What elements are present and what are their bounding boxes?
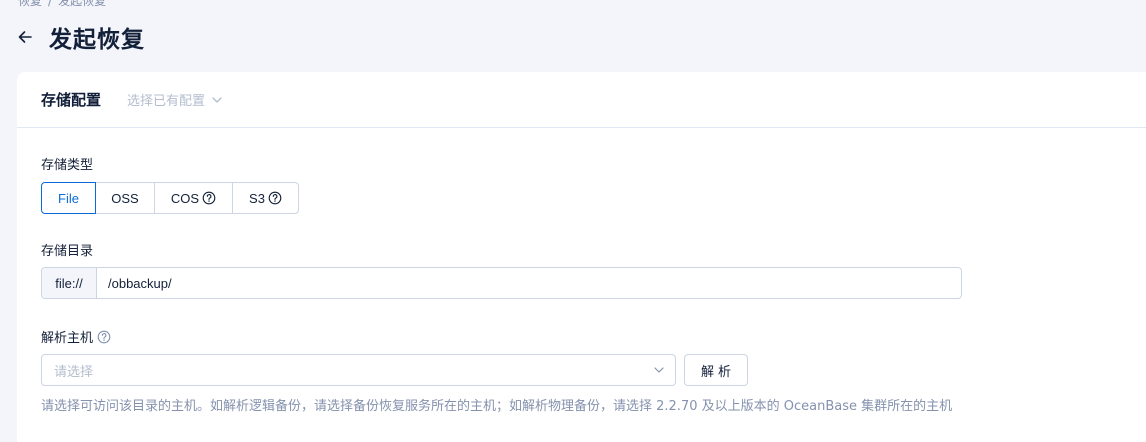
storage-type-segmented: File OSS COS S3	[41, 182, 299, 214]
chevron-down-icon	[653, 364, 665, 376]
arrow-left-icon[interactable]	[16, 28, 34, 46]
card-header: 存储配置 选择已有配置	[17, 72, 1146, 128]
parse-button[interactable]: 解析	[684, 354, 748, 386]
parse-host-label: 解析主机	[41, 327, 111, 346]
storage-type-oss[interactable]: OSS	[95, 182, 155, 214]
parse-host-select[interactable]: 请选择	[41, 354, 676, 386]
question-circle-icon[interactable]	[268, 191, 282, 205]
existing-config-placeholder: 选择已有配置	[127, 94, 206, 109]
question-circle-icon[interactable]	[97, 330, 111, 344]
storage-dir-value[interactable]: /obbackup/	[97, 268, 172, 298]
storage-type-cos-label: COS	[170, 190, 200, 206]
question-circle-icon[interactable]	[202, 191, 216, 205]
page-title: 发起恢复	[49, 27, 145, 53]
storage-type-s3[interactable]: S3	[232, 182, 299, 214]
storage-type-s3-label: S3	[249, 190, 265, 206]
storage-type-file-label: File	[58, 190, 79, 206]
storage-type-file[interactable]: File	[41, 182, 96, 214]
storage-type-cos[interactable]: COS	[154, 182, 233, 214]
breadcrumb: 恢复 / 发起恢复	[18, 0, 106, 9]
breadcrumb-separator: /	[48, 0, 53, 8]
parse-button-label: 解析	[700, 364, 735, 380]
storage-type-oss-label: OSS	[111, 190, 139, 206]
breadcrumb-item-current: 发起恢复	[58, 0, 107, 8]
storage-dir-input[interactable]: file:// /obbackup/	[41, 267, 962, 299]
card-title: 存储配置	[41, 91, 102, 109]
storage-dir-label: 存储目录	[41, 240, 93, 259]
storage-dir-prefix: file://	[42, 268, 97, 298]
parse-host-placeholder: 请选择	[54, 364, 94, 380]
existing-config-select[interactable]: 选择已有配置	[127, 90, 223, 109]
page-header: 发起恢复	[16, 20, 145, 54]
breadcrumb-item-restore[interactable]: 恢复	[18, 0, 42, 8]
storage-type-label: 存储类型	[41, 154, 93, 173]
storage-dir-label-text: 存储目录	[41, 244, 94, 259]
chevron-down-icon	[211, 94, 223, 106]
storage-config-card: 存储配置 选择已有配置 存储类型 File OSS COS S3 存储目录 fi…	[17, 72, 1146, 442]
storage-type-label-text: 存储类型	[41, 158, 94, 173]
parse-host-hint: 请选择可访问该目录的主机。如解析逻辑备份，请选择备份恢复服务所在的主机；如解析物…	[41, 399, 953, 414]
parse-host-label-text: 解析主机	[41, 331, 94, 346]
